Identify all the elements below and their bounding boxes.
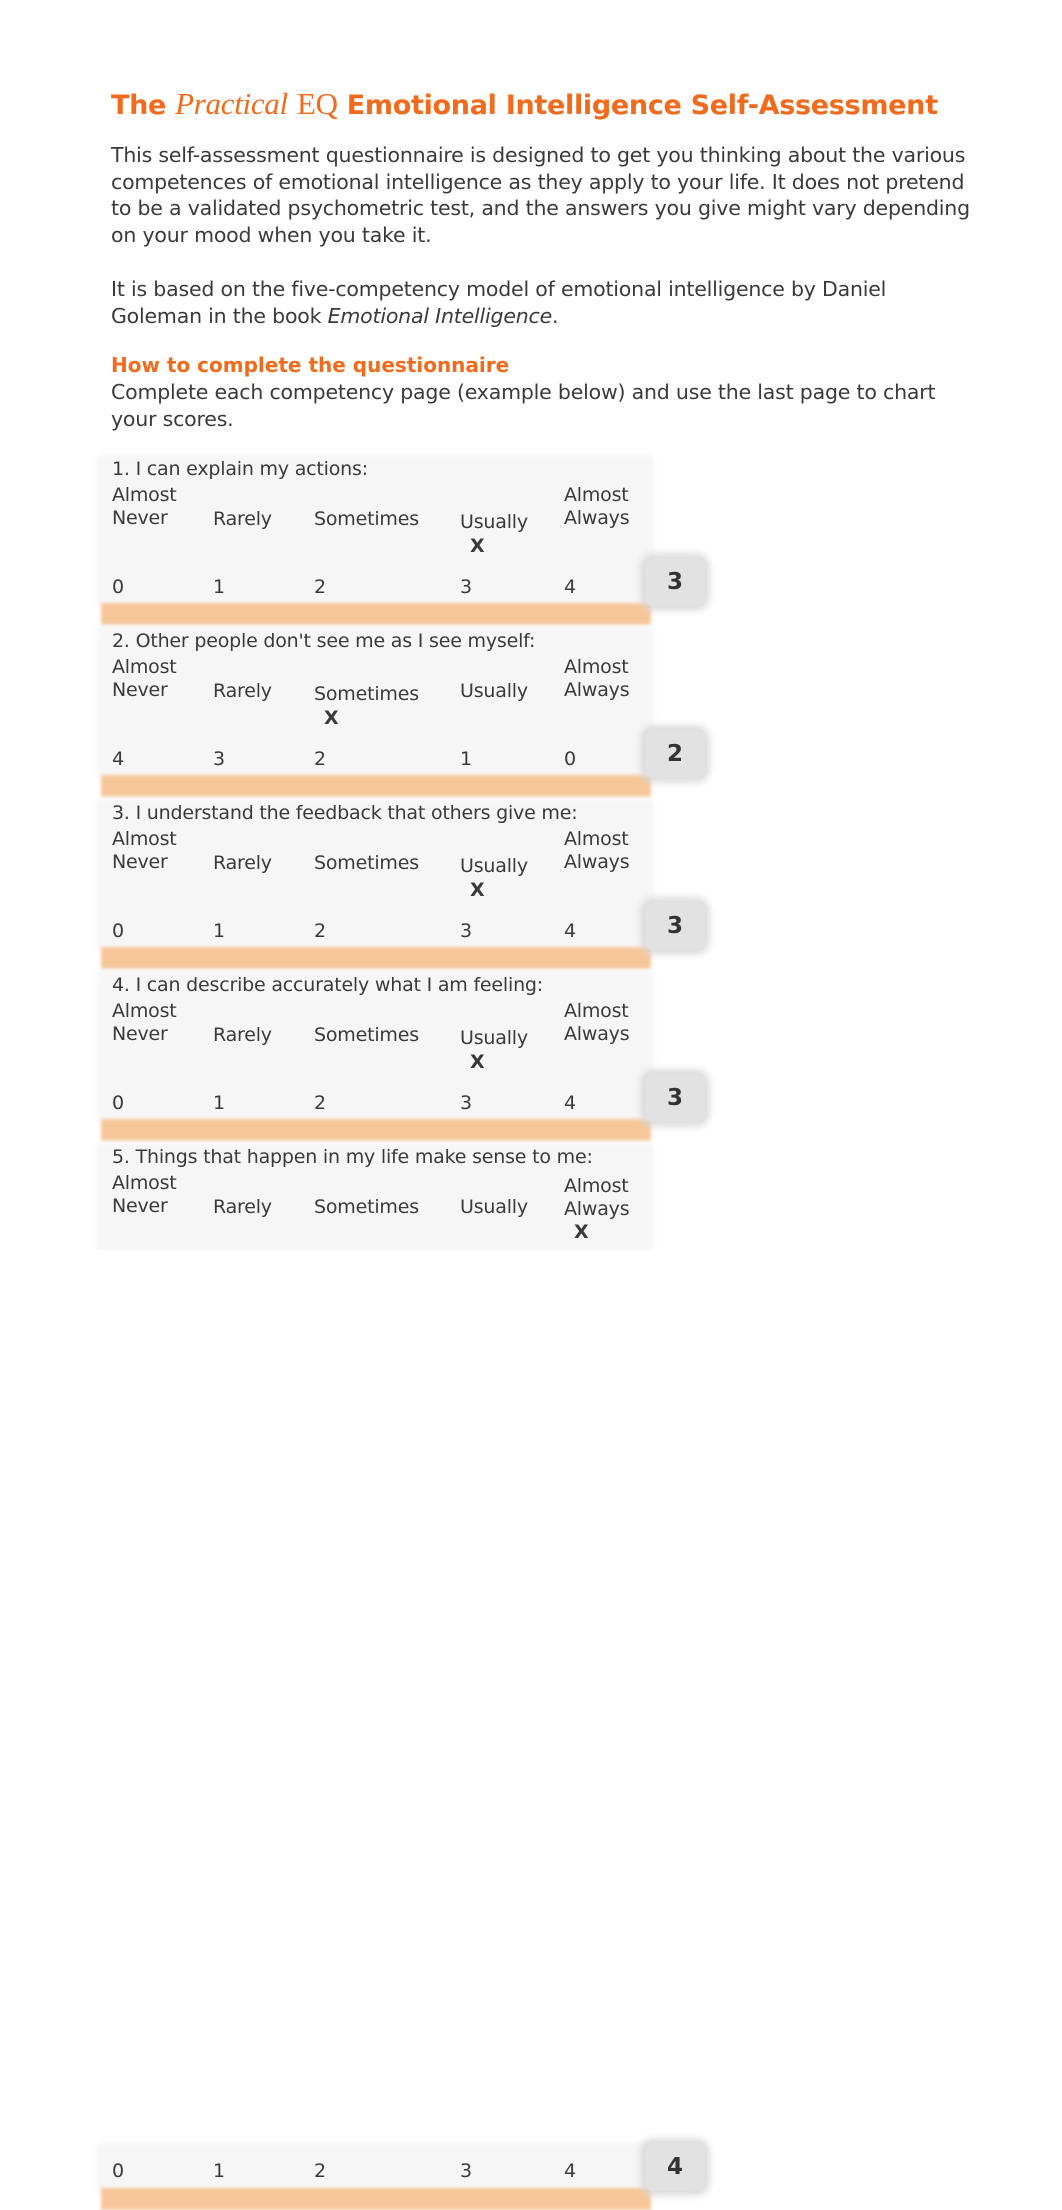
selection-mark: X — [470, 879, 485, 901]
point-value: 2 — [314, 576, 327, 598]
point-value: 3 — [460, 920, 473, 942]
scale-option[interactable]: Rarely — [213, 1024, 272, 1047]
scale-option[interactable]: Almost Always — [564, 656, 630, 702]
basis-paragraph: It is based on the five-competency model… — [111, 277, 887, 328]
point-value: 2 — [314, 2160, 327, 2182]
divider-bar — [101, 2188, 651, 2210]
point-value: 3 — [460, 1092, 473, 1114]
page-title: The Practical EQ Emotional Intelligence … — [111, 86, 938, 121]
score-box: 3 — [645, 558, 705, 606]
scale-option[interactable]: Sometimes — [314, 683, 419, 706]
score-box: 2 — [645, 730, 705, 778]
selection-mark: X — [574, 1221, 589, 1243]
selection-mark: X — [470, 535, 485, 557]
scale-option[interactable]: Rarely — [213, 508, 272, 531]
score-box: 3 — [645, 902, 705, 950]
question-text: 2. Other people don't see me as I see my… — [112, 630, 536, 652]
divider-bar — [101, 1119, 651, 1141]
question-text: 4. I can describe accurately what I am f… — [112, 974, 543, 996]
point-value: 2 — [314, 748, 327, 770]
scale-option[interactable]: Almost Always — [564, 1175, 630, 1221]
point-value: 1 — [213, 2160, 226, 2182]
intro-paragraph: This self-assessment questionnaire is de… — [111, 143, 970, 247]
point-value: 1 — [213, 576, 226, 598]
scale-option[interactable]: Sometimes — [314, 1196, 419, 1219]
point-value: 4 — [564, 920, 577, 942]
scale-option[interactable]: Usually — [460, 1027, 528, 1050]
scale-option[interactable]: Almost Never — [112, 1000, 177, 1046]
scale-option[interactable]: Rarely — [213, 852, 272, 875]
scale-option[interactable]: Almost Always — [564, 1000, 630, 1046]
scale-option[interactable]: Almost Never — [112, 828, 177, 874]
page-gap — [85, 1250, 725, 1456]
point-value: 1 — [460, 748, 473, 770]
question-text: 5. Things that happen in my life make se… — [112, 1146, 593, 1168]
scale-option[interactable]: Usually — [460, 680, 528, 703]
scale-option[interactable]: Sometimes — [314, 508, 419, 531]
point-value: 1 — [213, 1092, 226, 1114]
divider-bar — [101, 775, 651, 797]
point-value: 3 — [213, 748, 226, 770]
scale-option[interactable]: Almost Always — [564, 484, 630, 530]
scale-option[interactable]: Almost Never — [112, 1172, 177, 1218]
point-value: 0 — [112, 920, 125, 942]
point-value: 0 — [112, 2160, 125, 2182]
howto-text: Complete each competency page (example b… — [111, 380, 936, 431]
scale-option[interactable]: Usually — [460, 855, 528, 878]
scale-option[interactable]: Sometimes — [314, 852, 419, 875]
score-box: 4 — [645, 2143, 705, 2191]
point-value: 4 — [564, 576, 577, 598]
scale-option[interactable]: Almost Never — [112, 656, 177, 702]
question-block: 3. I understand the feedback that others… — [97, 799, 709, 971]
scale-option[interactable]: Rarely — [213, 680, 272, 703]
selection-mark: X — [324, 707, 339, 729]
point-value: 2 — [314, 1092, 327, 1114]
point-value: 2 — [314, 920, 327, 942]
question-block: 4. I can describe accurately what I am f… — [97, 971, 709, 1143]
point-value: 4 — [564, 2160, 577, 2182]
divider-bar — [101, 947, 651, 969]
scale-option[interactable]: Rarely — [213, 1196, 272, 1219]
point-value: 0 — [112, 576, 125, 598]
question-text: 1. I can explain my actions: — [112, 458, 368, 480]
score-box: 3 — [645, 1074, 705, 1122]
scale-option[interactable]: Sometimes — [314, 1024, 419, 1047]
point-value: 4 — [564, 1092, 577, 1114]
point-value: 1 — [213, 920, 226, 942]
point-value: 4 — [112, 748, 125, 770]
scale-option[interactable]: Usually — [460, 1196, 528, 1219]
scale-option[interactable]: Almost Always — [564, 828, 630, 874]
point-value: 0 — [564, 748, 577, 770]
point-value: 3 — [460, 2160, 473, 2182]
question-block: 1. I can explain my actions: Almost Never… — [97, 455, 709, 627]
selection-mark: X — [470, 1051, 485, 1073]
question-block: 2. Other people don't see me as I see my… — [97, 627, 709, 799]
divider-bar — [101, 603, 651, 625]
point-value: 3 — [460, 576, 473, 598]
point-value: 0 — [112, 1092, 125, 1114]
question-text: 3. I understand the feedback that others… — [112, 802, 578, 824]
scale-option[interactable]: Almost Never — [112, 484, 177, 530]
howto-heading: How to complete the questionnaire — [111, 353, 510, 377]
scale-option[interactable]: Usually — [460, 511, 528, 534]
